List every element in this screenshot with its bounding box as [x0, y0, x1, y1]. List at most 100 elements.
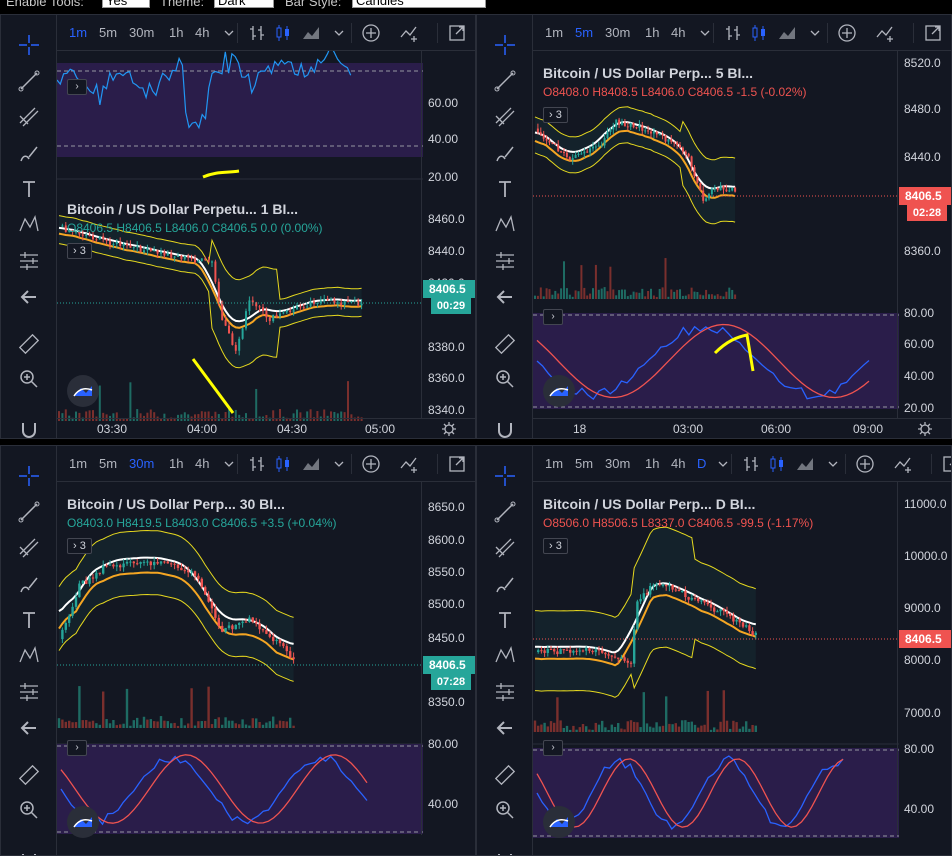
timeframe-1h[interactable]: 1h	[169, 25, 183, 40]
fib-icon[interactable]	[491, 534, 519, 562]
tradingview-logo-icon[interactable]	[67, 806, 99, 838]
add-indicator-icon[interactable]	[361, 23, 381, 43]
prediction-icon[interactable]	[15, 247, 43, 275]
prediction-icon[interactable]	[15, 678, 43, 706]
timeframe-1m[interactable]: 1m	[545, 456, 563, 471]
compare-icon[interactable]	[399, 23, 419, 43]
settings-gear-icon[interactable]	[917, 421, 933, 437]
fullscreen-icon[interactable]	[447, 454, 467, 474]
pattern-icon[interactable]	[15, 642, 43, 670]
candles-style-icon[interactable]	[273, 454, 293, 474]
candles-style-icon[interactable]	[767, 454, 787, 474]
candles-style-icon[interactable]	[273, 23, 293, 43]
compare-icon[interactable]	[893, 454, 913, 474]
timeframe-D[interactable]: D	[697, 456, 706, 471]
text-tool-icon[interactable]	[491, 175, 519, 203]
timeframe-30m[interactable]: 30m	[129, 25, 154, 40]
timeframe-4h[interactable]: 4h	[195, 25, 209, 40]
brush-icon[interactable]	[15, 139, 43, 167]
collapse-pane-button[interactable]: ›	[67, 79, 87, 95]
timeframe-5m[interactable]: 5m	[575, 456, 593, 471]
collapse-pane-button[interactable]: ›	[543, 309, 563, 325]
magnet-icon[interactable]	[15, 415, 43, 438]
zoom-icon[interactable]	[15, 365, 43, 393]
timeframe-1m[interactable]: 1m	[545, 25, 563, 40]
brush-icon[interactable]	[15, 570, 43, 598]
add-indicator-icon[interactable]	[855, 454, 875, 474]
timeframe-5m[interactable]: 5m	[99, 25, 117, 40]
symbol-title[interactable]: Bitcoin / US Dollar Perp... 5 BI...	[543, 65, 753, 81]
chevron-down-icon[interactable]	[329, 454, 349, 474]
timeframe-30m[interactable]: 30m	[605, 25, 630, 40]
prediction-icon[interactable]	[491, 247, 519, 275]
crosshair-icon[interactable]	[15, 31, 43, 59]
pattern-icon[interactable]	[491, 642, 519, 670]
zoom-icon[interactable]	[491, 365, 519, 393]
timeframe-30m[interactable]: 30m	[129, 456, 154, 471]
timeframe-1m[interactable]: 1m	[69, 456, 87, 471]
ruler-icon[interactable]	[15, 761, 43, 789]
crosshair-icon[interactable]	[491, 31, 519, 59]
compare-icon[interactable]	[399, 454, 419, 474]
candles-style-icon[interactable]	[749, 23, 769, 43]
trend-line-icon[interactable]	[15, 498, 43, 526]
magnet-icon[interactable]	[491, 846, 519, 855]
bars-style-icon[interactable]	[741, 454, 761, 474]
fib-icon[interactable]	[15, 534, 43, 562]
area-style-icon[interactable]	[301, 454, 321, 474]
prediction-icon[interactable]	[491, 678, 519, 706]
symbol-title[interactable]: Bitcoin / US Dollar Perp... 30 BI...	[67, 496, 285, 512]
timeframe-1h[interactable]: 1h	[169, 456, 183, 471]
trend-line-icon[interactable]	[491, 498, 519, 526]
add-indicator-icon[interactable]	[361, 454, 381, 474]
tradingview-logo-icon[interactable]	[543, 806, 575, 838]
text-tool-icon[interactable]	[491, 606, 519, 634]
symbol-title[interactable]: Bitcoin / US Dollar Perp... D BI...	[543, 496, 755, 512]
bar-style-select[interactable]: Candles	[352, 0, 486, 8]
brush-icon[interactable]	[491, 139, 519, 167]
collapse-pane-button[interactable]: ›	[67, 740, 87, 756]
area-style-icon[interactable]	[301, 23, 321, 43]
fib-icon[interactable]	[15, 103, 43, 131]
text-tool-icon[interactable]	[15, 606, 43, 634]
timeframe-4h[interactable]: 4h	[671, 25, 685, 40]
settings-gear-icon[interactable]	[441, 421, 457, 437]
timeframe-1h[interactable]: 1h	[645, 25, 659, 40]
chevron-down-icon[interactable]	[823, 454, 843, 474]
fib-icon[interactable]	[491, 103, 519, 131]
magnet-icon[interactable]	[491, 415, 519, 438]
crosshair-icon[interactable]	[491, 462, 519, 490]
ruler-icon[interactable]	[491, 761, 519, 789]
indicators-toggle[interactable]: › 3	[67, 538, 92, 554]
fullscreen-icon[interactable]	[923, 23, 943, 43]
bars-style-icon[interactable]	[247, 23, 267, 43]
timeframe-4h[interactable]: 4h	[671, 456, 685, 471]
enable-tools-select[interactable]: Yes	[102, 0, 150, 8]
tradingview-logo-icon[interactable]	[67, 375, 99, 407]
area-style-icon[interactable]	[777, 23, 797, 43]
chevron-down-icon[interactable]	[805, 23, 825, 43]
indicators-toggle[interactable]: › 3	[67, 243, 92, 259]
chevron-down-icon[interactable]	[695, 23, 715, 43]
zoom-icon[interactable]	[15, 796, 43, 824]
symbol-title[interactable]: Bitcoin / US Dollar Perpetu... 1 BI...	[67, 201, 298, 217]
pattern-icon[interactable]	[15, 211, 43, 239]
trend-line-icon[interactable]	[15, 67, 43, 95]
zoom-icon[interactable]	[491, 796, 519, 824]
trend-line-icon[interactable]	[491, 67, 519, 95]
chevron-down-icon[interactable]	[219, 23, 239, 43]
indicators-toggle[interactable]: › 3	[543, 538, 568, 554]
timeframe-4h[interactable]: 4h	[195, 456, 209, 471]
add-indicator-icon[interactable]	[837, 23, 857, 43]
text-tool-icon[interactable]	[15, 175, 43, 203]
area-style-icon[interactable]	[795, 454, 815, 474]
timeframe-1h[interactable]: 1h	[645, 456, 659, 471]
back-arrow-icon[interactable]	[15, 714, 43, 742]
timeframe-1m[interactable]: 1m	[69, 25, 87, 40]
compare-icon[interactable]	[875, 23, 895, 43]
indicators-toggle[interactable]: › 3	[543, 107, 568, 123]
back-arrow-icon[interactable]	[491, 714, 519, 742]
price-axis[interactable]: 8520.0 8480.0 8440.0 8360.0 80.00 60.00 40.00 2…	[897, 51, 951, 418]
fullscreen-icon[interactable]	[941, 454, 951, 474]
chevron-down-icon[interactable]	[329, 23, 349, 43]
